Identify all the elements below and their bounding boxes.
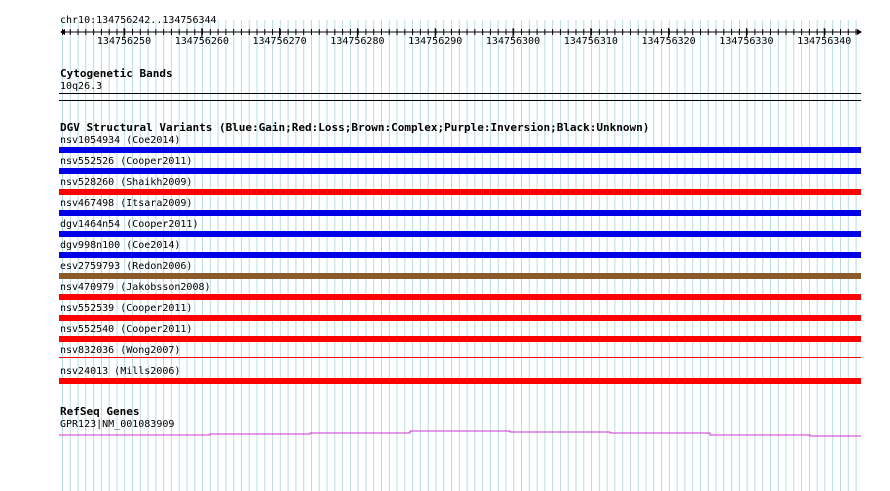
ruler-tick-label: 134756260 xyxy=(175,36,229,47)
cytoband-line-top xyxy=(59,93,861,94)
genome-browser-view: chr10:134756242..134756344 134756250 1347… xyxy=(0,0,890,491)
dgv-feature-label[interactable]: nsv552539 (Cooper2011) xyxy=(60,303,192,314)
dgv-feature-label[interactable]: nsv552526 (Cooper2011) xyxy=(60,156,192,167)
ruler-tick-label: 134756340 xyxy=(797,36,851,47)
ruler-tick-label: 134756330 xyxy=(719,36,773,47)
dgv-feature-label[interactable]: nsv552540 (Cooper2011) xyxy=(60,324,192,335)
dgv-feature-bar[interactable] xyxy=(59,357,861,358)
scroll-right-arrow-icon[interactable] xyxy=(857,29,862,35)
dgv-feature-label[interactable]: nsv528260 (Shaikh2009) xyxy=(60,177,192,188)
ruler-tick-label: 134756290 xyxy=(408,36,462,47)
dgv-feature-bar[interactable] xyxy=(59,336,861,342)
dgv-feature-label[interactable]: nsv1054934 (Coe2014) xyxy=(60,135,180,146)
dgv-feature-label[interactable]: dgv1464n54 (Cooper2011) xyxy=(60,219,198,230)
dgv-feature-label[interactable]: nsv467498 (Itsara2009) xyxy=(60,198,192,209)
gene-model[interactable] xyxy=(0,427,890,439)
dgv-feature-bar[interactable] xyxy=(59,252,861,258)
cytoband-track-title: Cytogenetic Bands xyxy=(60,67,173,80)
dgv-track-title: DGV Structural Variants (Blue:Gain;Red:L… xyxy=(60,121,650,134)
dgv-feature-bar[interactable] xyxy=(59,231,861,237)
dgv-feature-bar[interactable] xyxy=(59,168,861,174)
dgv-feature-bar[interactable] xyxy=(59,210,861,216)
dgv-feature-bar[interactable] xyxy=(59,378,861,384)
dgv-feature-label[interactable]: dgv998n100 (Coe2014) xyxy=(60,240,180,251)
dgv-feature-label[interactable]: nsv832036 (Wong2007) xyxy=(60,345,180,356)
dgv-feature-label[interactable]: esv2759793 (Redon2006) xyxy=(60,261,192,272)
gene-exon-line[interactable] xyxy=(59,430,861,437)
cytoband-label: 10q26.3 xyxy=(60,81,103,92)
dgv-feature-label[interactable]: nsv24013 (Mills2006) xyxy=(60,366,180,377)
refseq-track-title: RefSeq Genes xyxy=(60,405,140,418)
dgv-feature-bar[interactable] xyxy=(59,147,861,153)
ruler-tick-label: 134756280 xyxy=(330,36,384,47)
ruler-tick-label: 134756270 xyxy=(253,36,307,47)
ruler-tick-label: 134756310 xyxy=(564,36,618,47)
ruler-tick-label: 134756250 xyxy=(97,36,151,47)
ruler-tick-label: 134756320 xyxy=(642,36,696,47)
cytoband-line-bottom xyxy=(59,100,861,101)
dgv-feature-bar[interactable] xyxy=(59,294,861,300)
dgv-feature-label[interactable]: nsv470979 (Jakobsson2008) xyxy=(60,282,211,293)
dgv-feature-bar[interactable] xyxy=(59,315,861,321)
dgv-feature-bar[interactable] xyxy=(59,273,861,279)
dgv-feature-bar[interactable] xyxy=(59,189,861,195)
ruler-tick-label: 134756300 xyxy=(486,36,540,47)
